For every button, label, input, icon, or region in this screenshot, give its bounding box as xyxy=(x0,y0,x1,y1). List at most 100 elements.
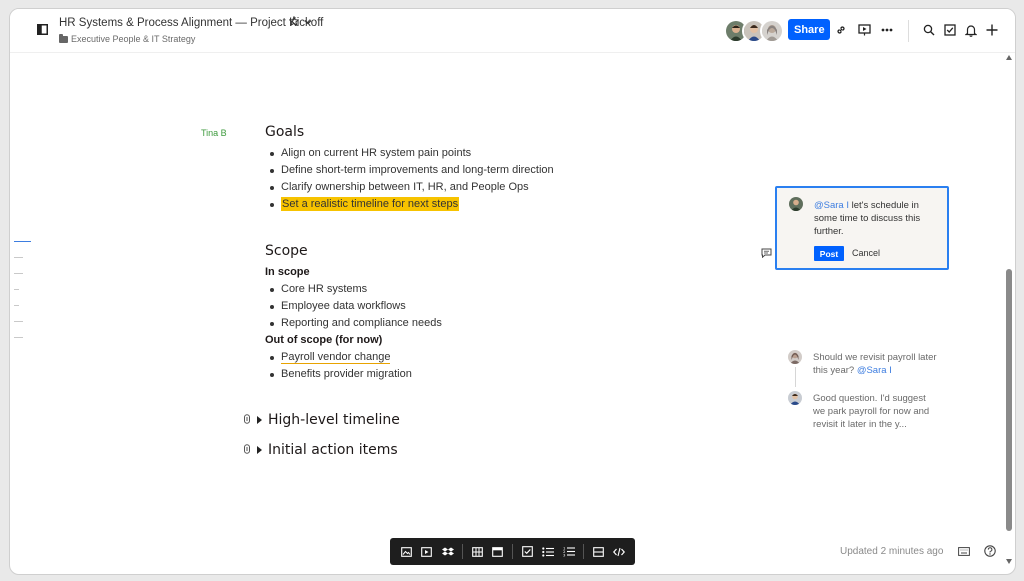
goals-list: Align on current HR system pain points D… xyxy=(266,145,554,213)
outline-marker[interactable] xyxy=(14,321,23,322)
user-mention[interactable]: @Sara I xyxy=(857,365,892,376)
bell-icon[interactable] xyxy=(964,23,978,37)
list-item[interactable]: Employee data workflows xyxy=(266,298,442,315)
app-window: HR Systems & Process Alignment — Project… xyxy=(9,8,1016,575)
toolbar-separator xyxy=(512,544,514,559)
author-attribution: Tina B xyxy=(201,128,227,138)
video-icon[interactable] xyxy=(417,541,438,562)
list-item[interactable]: Benefits provider migration xyxy=(266,366,412,383)
breadcrumb[interactable]: Executive People & IT Strategy xyxy=(59,33,196,44)
numbered-list-icon[interactable]: 123 xyxy=(558,541,579,562)
post-button[interactable]: Post xyxy=(814,246,844,261)
outline-marker[interactable] xyxy=(14,257,23,258)
comment-text: Should we revisit payroll later this yea… xyxy=(813,351,938,377)
comment-text: Good question. I'd suggest we park payro… xyxy=(813,392,938,431)
out-of-scope-label[interactable]: Out of scope (for now) xyxy=(265,334,382,346)
present-icon[interactable] xyxy=(857,23,871,37)
table-icon[interactable] xyxy=(467,541,488,562)
toggle-title[interactable]: High-level timeline xyxy=(268,412,400,428)
list-item-text: Define short-term improvements and long-… xyxy=(281,164,554,176)
checklist-icon[interactable] xyxy=(517,541,538,562)
avatar[interactable] xyxy=(760,19,784,43)
layout-icon[interactable] xyxy=(487,541,508,562)
toolbar-divider xyxy=(908,20,909,42)
share-button[interactable]: Share xyxy=(788,19,830,40)
code-icon[interactable] xyxy=(608,541,629,562)
list-item-text: Employee data workflows xyxy=(281,300,406,312)
help-icon[interactable] xyxy=(983,544,997,558)
outline-marker[interactable] xyxy=(14,273,23,274)
expand-caret-icon[interactable] xyxy=(257,446,262,454)
comment-composer[interactable]: @Sara I let's schedule in some time to d… xyxy=(775,186,949,270)
link-icon[interactable] xyxy=(243,414,255,426)
top-bar: HR Systems & Process Alignment — Project… xyxy=(10,9,1015,53)
commented-text[interactable]: Payroll vendor change xyxy=(281,351,391,364)
folder-icon xyxy=(59,33,68,43)
list-item[interactable]: Set a realistic timeline for next steps xyxy=(266,196,554,213)
outline-marker[interactable] xyxy=(14,289,19,290)
insert-toolbar: 123 xyxy=(390,538,635,565)
outline-marker-active[interactable] xyxy=(14,241,31,242)
user-mention[interactable]: @Sara I xyxy=(814,200,849,211)
toolbar-separator xyxy=(582,544,584,559)
divider-icon[interactable] xyxy=(588,541,609,562)
list-item[interactable]: Core HR systems xyxy=(266,281,442,298)
comment-item[interactable]: Good question. I'd suggest we park payro… xyxy=(788,391,938,432)
toggle-title[interactable]: Initial action items xyxy=(268,442,398,458)
in-scope-label[interactable]: In scope xyxy=(265,266,310,278)
avatar xyxy=(788,350,802,364)
plus-icon[interactable] xyxy=(985,23,999,37)
toolbar-separator xyxy=(461,544,463,559)
list-item-text: Core HR systems xyxy=(281,283,368,295)
scroll-up-arrow[interactable] xyxy=(1006,55,1012,60)
bullet-list-icon[interactable] xyxy=(538,541,559,562)
dropbox-icon[interactable] xyxy=(437,541,458,562)
comment-icon[interactable] xyxy=(761,245,772,263)
chevron-down-icon[interactable] xyxy=(304,18,312,26)
list-item[interactable]: Payroll vendor change xyxy=(266,349,412,366)
toggle-initial-action-items[interactable]: Initial action items xyxy=(243,442,398,458)
list-item-text: Align on current HR system pain points xyxy=(281,147,472,159)
out-of-scope-list: Payroll vendor change Benefits provider … xyxy=(266,349,412,383)
document-title[interactable]: HR Systems & Process Alignment — Project… xyxy=(59,17,323,29)
cancel-button[interactable]: Cancel xyxy=(852,248,880,258)
comment-item[interactable]: Should we revisit payroll later this yea… xyxy=(788,350,938,391)
link-icon[interactable] xyxy=(243,444,255,456)
outline-marker[interactable] xyxy=(14,337,23,338)
list-item[interactable]: Clarify ownership between IT, HR, and Pe… xyxy=(266,179,554,196)
comment-body: Good question. I'd suggest we park payro… xyxy=(813,393,930,430)
list-item[interactable]: Define short-term improvements and long-… xyxy=(266,162,554,179)
search-icon[interactable] xyxy=(922,23,936,37)
scrollbar-thumb[interactable] xyxy=(1006,269,1012,531)
image-icon[interactable] xyxy=(396,541,417,562)
in-scope-list: Core HR systems Employee data workflows … xyxy=(266,281,442,332)
outline-marker[interactable] xyxy=(14,305,19,306)
list-item[interactable]: Align on current HR system pain points xyxy=(266,145,554,162)
list-item-text: Reporting and compliance needs xyxy=(281,317,442,329)
list-item[interactable]: Reporting and compliance needs xyxy=(266,315,442,332)
sidebar-toggle-icon[interactable] xyxy=(36,23,48,35)
svg-text:3: 3 xyxy=(563,553,566,558)
comment-thread[interactable]: Should we revisit payroll later this yea… xyxy=(788,350,938,432)
highlighted-text[interactable]: Set a realistic timeline for next steps xyxy=(281,197,460,211)
scroll-down-arrow[interactable] xyxy=(1006,559,1012,564)
thread-line xyxy=(795,367,796,387)
collaborator-avatars[interactable] xyxy=(724,19,784,43)
goals-heading[interactable]: Goals xyxy=(265,124,304,140)
avatar xyxy=(788,391,802,405)
list-item-text: Benefits provider migration xyxy=(281,368,412,380)
last-updated-status: Updated 2 minutes ago xyxy=(840,546,944,557)
toggle-high-level-timeline[interactable]: High-level timeline xyxy=(243,412,400,428)
list-item-text: Clarify ownership between IT, HR, and Pe… xyxy=(281,181,529,193)
expand-caret-icon[interactable] xyxy=(257,416,262,424)
link-icon[interactable] xyxy=(834,23,848,37)
more-icon[interactable] xyxy=(880,23,894,37)
avatar xyxy=(789,197,803,211)
checkbox-icon[interactable] xyxy=(943,23,957,37)
keyboard-icon[interactable] xyxy=(957,545,971,557)
document-outline[interactable] xyxy=(14,241,31,353)
scope-heading[interactable]: Scope xyxy=(265,243,308,259)
comment-input[interactable]: @Sara I let's schedule in some time to d… xyxy=(814,199,938,238)
star-icon[interactable] xyxy=(289,16,299,26)
folder-name: Executive People & IT Strategy xyxy=(71,34,196,44)
